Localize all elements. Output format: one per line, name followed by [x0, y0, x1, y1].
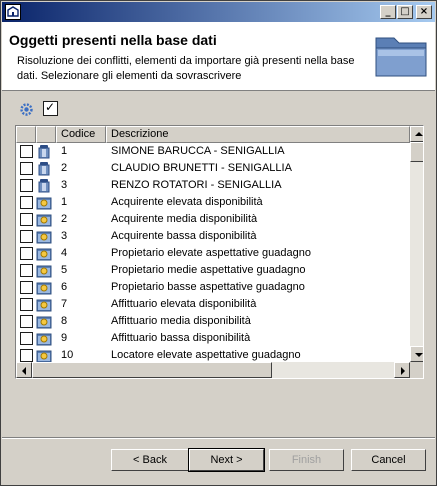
horizontal-scrollbar[interactable] — [16, 362, 410, 378]
conflicts-table: Codice Descrizione 1 SIMONE BARUCCA - SEN… — [15, 125, 424, 379]
next-button[interactable]: Next > — [188, 448, 265, 472]
select-all-checkbox[interactable]: ✓ — [43, 100, 58, 116]
table-row[interactable]: 3 Acquirente bassa disponibilità — [16, 228, 410, 245]
table-body: 1 SIMONE BARUCCA - SENIGALLIA 2 CLAUDIO BRU… — [16, 143, 410, 364]
cancel-button[interactable]: Cancel — [351, 449, 426, 471]
row-description: Acquirente media disponibilità — [111, 213, 258, 225]
row-code: 3 — [61, 179, 68, 191]
page-description: Risoluzione dei conflitti, elementi da i… — [17, 55, 355, 82]
finish-button[interactable]: Finish — [269, 449, 344, 471]
table-row[interactable]: 9 Affittuario bassa disponibilità — [16, 330, 410, 347]
category-icon — [36, 333, 52, 346]
row-checkbox[interactable] — [20, 315, 33, 328]
row-description: SIMONE BARUCCA - SENIGALLIA — [111, 145, 285, 157]
row-checkbox[interactable] — [20, 349, 33, 362]
row-description: Propietario basse aspettative guadagno — [111, 281, 305, 293]
table-row[interactable]: 1 SIMONE BARUCCA - SENIGALLIA — [16, 143, 410, 160]
column-header-check[interactable] — [16, 126, 36, 143]
table-row[interactable]: 1 Acquirente elevata disponibilità — [16, 194, 410, 211]
row-code: 8 — [61, 315, 68, 327]
category-icon — [36, 299, 52, 312]
category-icon — [36, 350, 52, 363]
row-description: Affittuario media disponibilità — [111, 315, 251, 327]
category-icon — [36, 197, 52, 210]
row-code: 7 — [61, 298, 68, 310]
row-description: Propietario medie aspettative guadagno — [111, 264, 306, 276]
row-description: RENZO ROTATORI - SENIGALLIA — [111, 179, 282, 191]
row-checkbox[interactable] — [20, 332, 33, 345]
row-checkbox[interactable] — [20, 298, 33, 311]
close-button[interactable]: × — [416, 5, 432, 19]
category-icon — [36, 248, 52, 261]
maximize-button[interactable]: □ — [397, 5, 413, 19]
user-icon — [38, 162, 50, 176]
scroll-up-button[interactable] — [410, 126, 423, 142]
vertical-scrollbar[interactable] — [410, 126, 423, 362]
row-code: 3 — [61, 230, 68, 242]
row-checkbox[interactable] — [20, 196, 33, 209]
table-row[interactable]: 4 Propietario elevate aspettative guadagn… — [16, 245, 410, 262]
scrollbar-corner — [410, 362, 423, 378]
column-header-icon[interactable] — [36, 126, 56, 143]
table-row[interactable]: 2 CLAUDIO BRUNETTI - SENIGALLIA — [16, 160, 410, 177]
category-icon — [36, 265, 52, 278]
row-checkbox[interactable] — [20, 247, 33, 260]
table-row[interactable]: 7 Affittuario elevata disponibilità — [16, 296, 410, 313]
category-icon — [36, 282, 52, 295]
scroll-down-button[interactable] — [410, 346, 423, 362]
row-description: Acquirente bassa disponibilità — [111, 230, 257, 242]
row-code: 9 — [61, 332, 68, 344]
row-description: CLAUDIO BRUNETTI - SENIGALLIA — [111, 162, 292, 174]
app-icon — [5, 4, 21, 20]
row-checkbox[interactable] — [20, 213, 33, 226]
page-title: Oggetti presenti nella base dati — [9, 32, 217, 48]
row-code: 1 — [61, 145, 68, 157]
table-header: Codice Descrizione — [16, 126, 410, 143]
folder-icon — [375, 37, 427, 77]
row-checkbox[interactable] — [20, 264, 33, 277]
row-description: Propietario elevate aspettative guadagno — [111, 247, 311, 259]
row-description: Affittuario elevata disponibilità — [111, 298, 257, 310]
row-code: 4 — [61, 247, 68, 259]
title-bar[interactable]: _ □ × — [2, 2, 435, 22]
scroll-left-button[interactable] — [16, 362, 32, 378]
row-description: Affittuario bassa disponibilità — [111, 332, 251, 344]
minimize-button[interactable]: _ — [380, 5, 396, 19]
row-code: 2 — [61, 213, 68, 225]
table-row[interactable]: 6 Propietario basse aspettative guadagno — [16, 279, 410, 296]
user-icon — [38, 145, 50, 159]
category-icon — [36, 214, 52, 227]
table-row[interactable]: 2 Acquirente media disponibilità — [16, 211, 410, 228]
wizard-header: Oggetti presenti nella base dati Risoluz… — [2, 22, 435, 91]
row-code: 6 — [61, 281, 68, 293]
row-checkbox[interactable] — [20, 145, 33, 158]
vertical-scroll-thumb[interactable] — [410, 142, 423, 162]
row-code: 2 — [61, 162, 68, 174]
scroll-right-button[interactable] — [394, 362, 410, 378]
check-mark: ✓ — [45, 100, 56, 114]
table-row[interactable]: 3 RENZO ROTATORI - SENIGALLIA — [16, 177, 410, 194]
row-checkbox[interactable] — [20, 230, 33, 243]
table-row[interactable]: 8 Affittuario media disponibilità — [16, 313, 410, 330]
wizard-window: _ □ × Oggetti presenti nella base dati R… — [0, 0, 437, 486]
category-icon — [36, 231, 52, 244]
row-code: 1 — [61, 196, 68, 208]
gear-icon[interactable] — [19, 102, 34, 117]
row-code: 5 — [61, 264, 68, 276]
table-row[interactable]: 5 Propietario medie aspettative guadagno — [16, 262, 410, 279]
footer-divider — [2, 437, 435, 439]
user-icon — [38, 179, 50, 193]
horizontal-scroll-thumb[interactable] — [32, 362, 272, 378]
column-header-descrizione[interactable]: Descrizione — [106, 126, 410, 143]
row-description: Acquirente elevata disponibilità — [111, 196, 263, 208]
row-checkbox[interactable] — [20, 162, 33, 175]
back-button[interactable]: < Back — [111, 449, 189, 471]
row-checkbox[interactable] — [20, 179, 33, 192]
category-icon — [36, 316, 52, 329]
column-header-codice[interactable]: Codice — [56, 126, 106, 143]
row-checkbox[interactable] — [20, 281, 33, 294]
